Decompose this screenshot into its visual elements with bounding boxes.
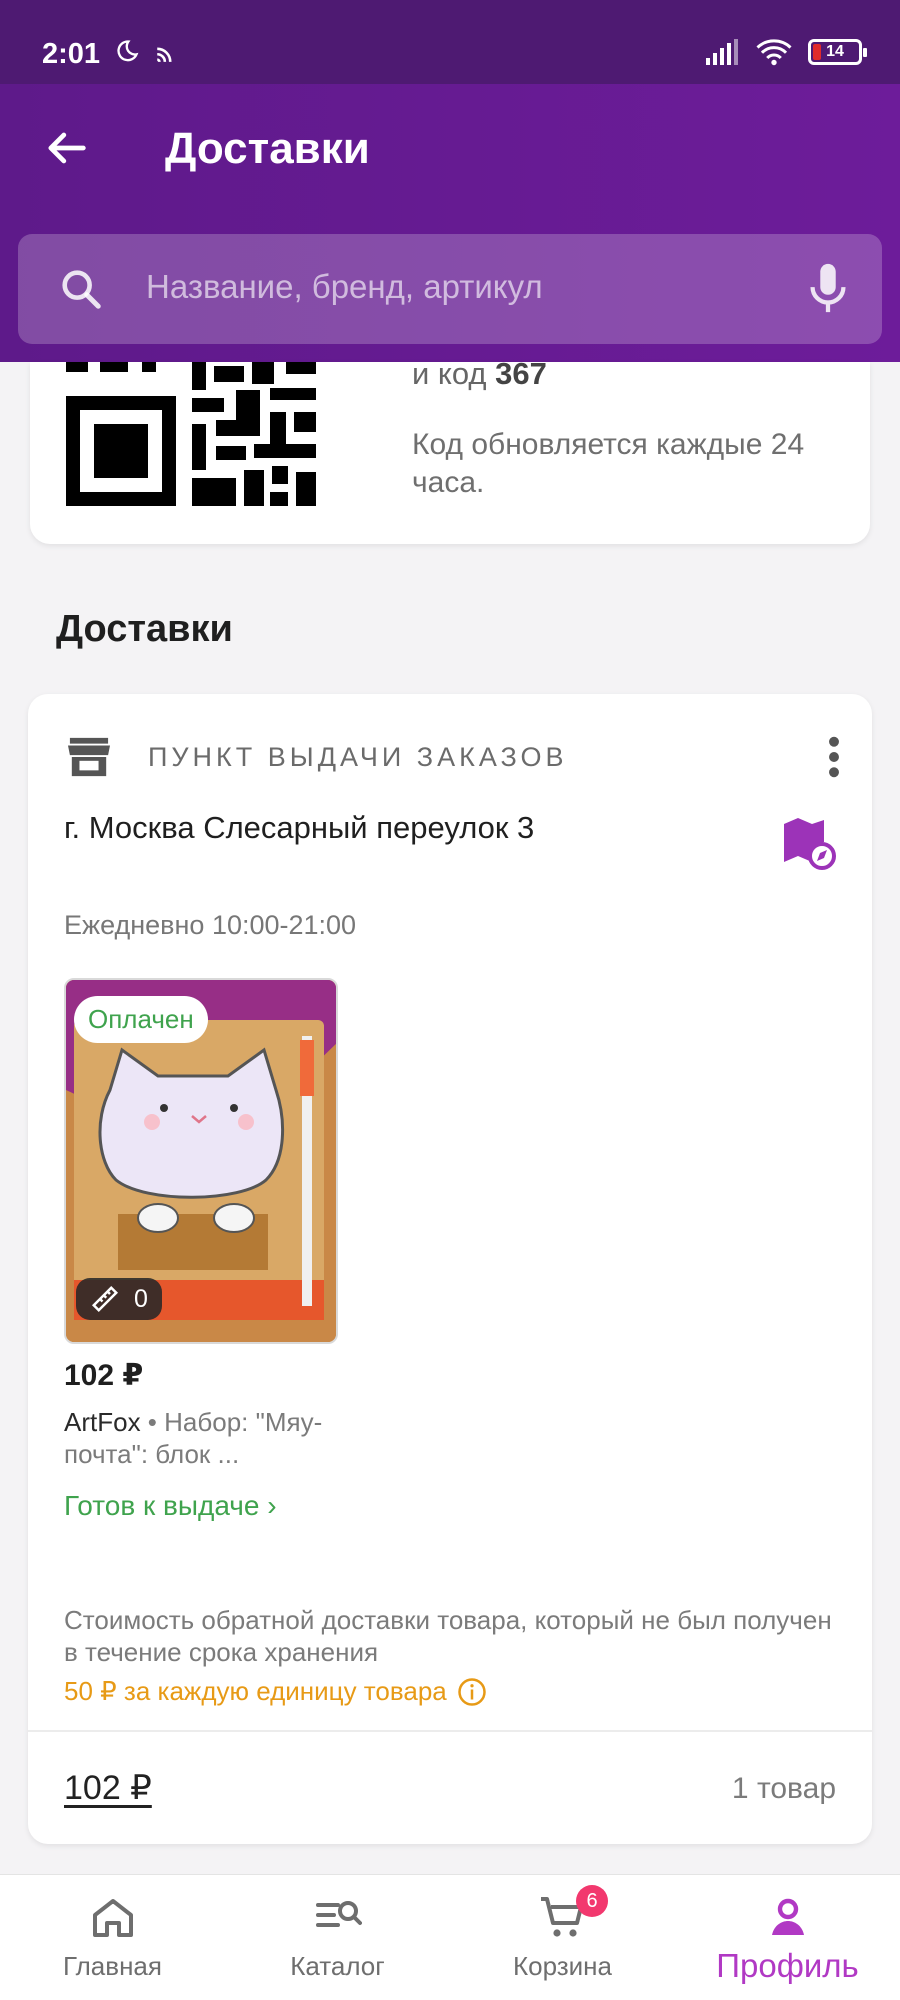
delivery-card: ПУНКТ ВЫДАЧИ ЗАКАЗОВ г. Москва Слесарный… xyxy=(28,694,872,1844)
order-total[interactable]: 102 ₽ xyxy=(64,1768,152,1808)
pickup-point-label: ПУНКТ ВЫДАЧИ ЗАКАЗОВ xyxy=(148,741,568,772)
ruler-icon xyxy=(91,1285,119,1313)
search-placeholder: Название, бренд, артикул xyxy=(146,268,543,305)
nav-home[interactable]: Главная xyxy=(0,1875,225,2000)
store-icon xyxy=(68,737,110,777)
ready-for-pickup-link[interactable]: Готов к выдаче › xyxy=(64,1490,277,1522)
items-count: 1 товар xyxy=(731,1772,836,1805)
status-left-icons xyxy=(112,38,180,66)
nav-catalog-label: Каталог xyxy=(290,1951,385,1981)
size-badge: 0 xyxy=(76,1278,162,1320)
pickup-point-header: ПУНКТ ВЫДАЧИ ЗАКАЗОВ xyxy=(66,736,568,778)
qr-code-card: и код 367 Код обновляется каждые 24 часа… xyxy=(30,362,870,544)
profile-icon xyxy=(771,1898,804,1935)
code-refresh-note: Код обновляется каждые 24 часа. xyxy=(412,428,805,499)
microphone-icon[interactable] xyxy=(808,262,848,316)
nav-profile-label: Профиль xyxy=(716,1947,859,1984)
status-bar: 2:01 14 xyxy=(0,0,900,84)
paid-status-badge: Оплачен xyxy=(74,996,208,1043)
return-fee-text: 50 ₽ за каждую единицу товара xyxy=(64,1676,447,1706)
more-options-icon[interactable] xyxy=(826,736,842,778)
product-brand: ArtFox xyxy=(64,1407,141,1437)
nav-cart[interactable]: 6 Корзина xyxy=(450,1875,675,2000)
info-icon[interactable] xyxy=(457,1677,487,1707)
battery-level: 14 xyxy=(826,43,844,60)
back-arrow-icon[interactable] xyxy=(40,122,92,174)
section-title: Доставки xyxy=(56,608,233,650)
status-right-icons: 14 xyxy=(706,38,867,66)
moon-icon xyxy=(117,40,139,62)
pickup-code: 367 xyxy=(495,362,547,391)
battery-icon: 14 xyxy=(808,39,867,65)
product-image[interactable]: Оплачен 0 xyxy=(64,978,338,1344)
search-icon xyxy=(62,270,101,309)
page-title: Доставки xyxy=(165,124,370,173)
product-title[interactable]: ArtFox • Набор: "Мяу-почта": блок ... xyxy=(64,1406,344,1470)
return-fee[interactable]: 50 ₽ за каждую единицу товара xyxy=(64,1676,487,1707)
nav-home-label: Главная xyxy=(63,1951,162,1981)
return-delivery-note: Стоимость обратной доставки товара, кото… xyxy=(64,1605,832,1667)
home-icon xyxy=(92,1899,133,1937)
nav-cart-label: Корзина xyxy=(512,1951,613,1981)
cast-icon xyxy=(156,47,172,63)
signal-icon xyxy=(706,39,738,65)
size-count: 0 xyxy=(134,1284,148,1313)
working-hours: Ежедневно 10:00-21:00 xyxy=(64,910,357,940)
app-bar: Доставки Название, бренд, артикул xyxy=(0,84,900,362)
cart-count-badge: 6 xyxy=(576,1885,608,1917)
status-time: 2:01 xyxy=(42,38,101,70)
bottom-navigation: Главная Каталог 6 Корзина Профиль xyxy=(0,1874,900,2000)
map-route-icon[interactable] xyxy=(780,814,836,870)
qr-code-image xyxy=(66,362,316,506)
pickup-code-prefix: и код xyxy=(412,362,487,391)
nav-catalog[interactable]: Каталог xyxy=(225,1875,450,2000)
card-divider xyxy=(28,1730,872,1732)
catalog-search-icon xyxy=(315,1901,362,1927)
nav-profile[interactable]: Профиль xyxy=(675,1875,900,2000)
wifi-icon xyxy=(756,39,792,66)
pickup-address: г. Москва Слесарный переулок 3 xyxy=(64,810,535,845)
search-input[interactable]: Название, бренд, артикул xyxy=(18,234,882,344)
pickup-code-line: и код 367 xyxy=(412,362,547,392)
product-price: 102 ₽ xyxy=(64,1359,144,1392)
